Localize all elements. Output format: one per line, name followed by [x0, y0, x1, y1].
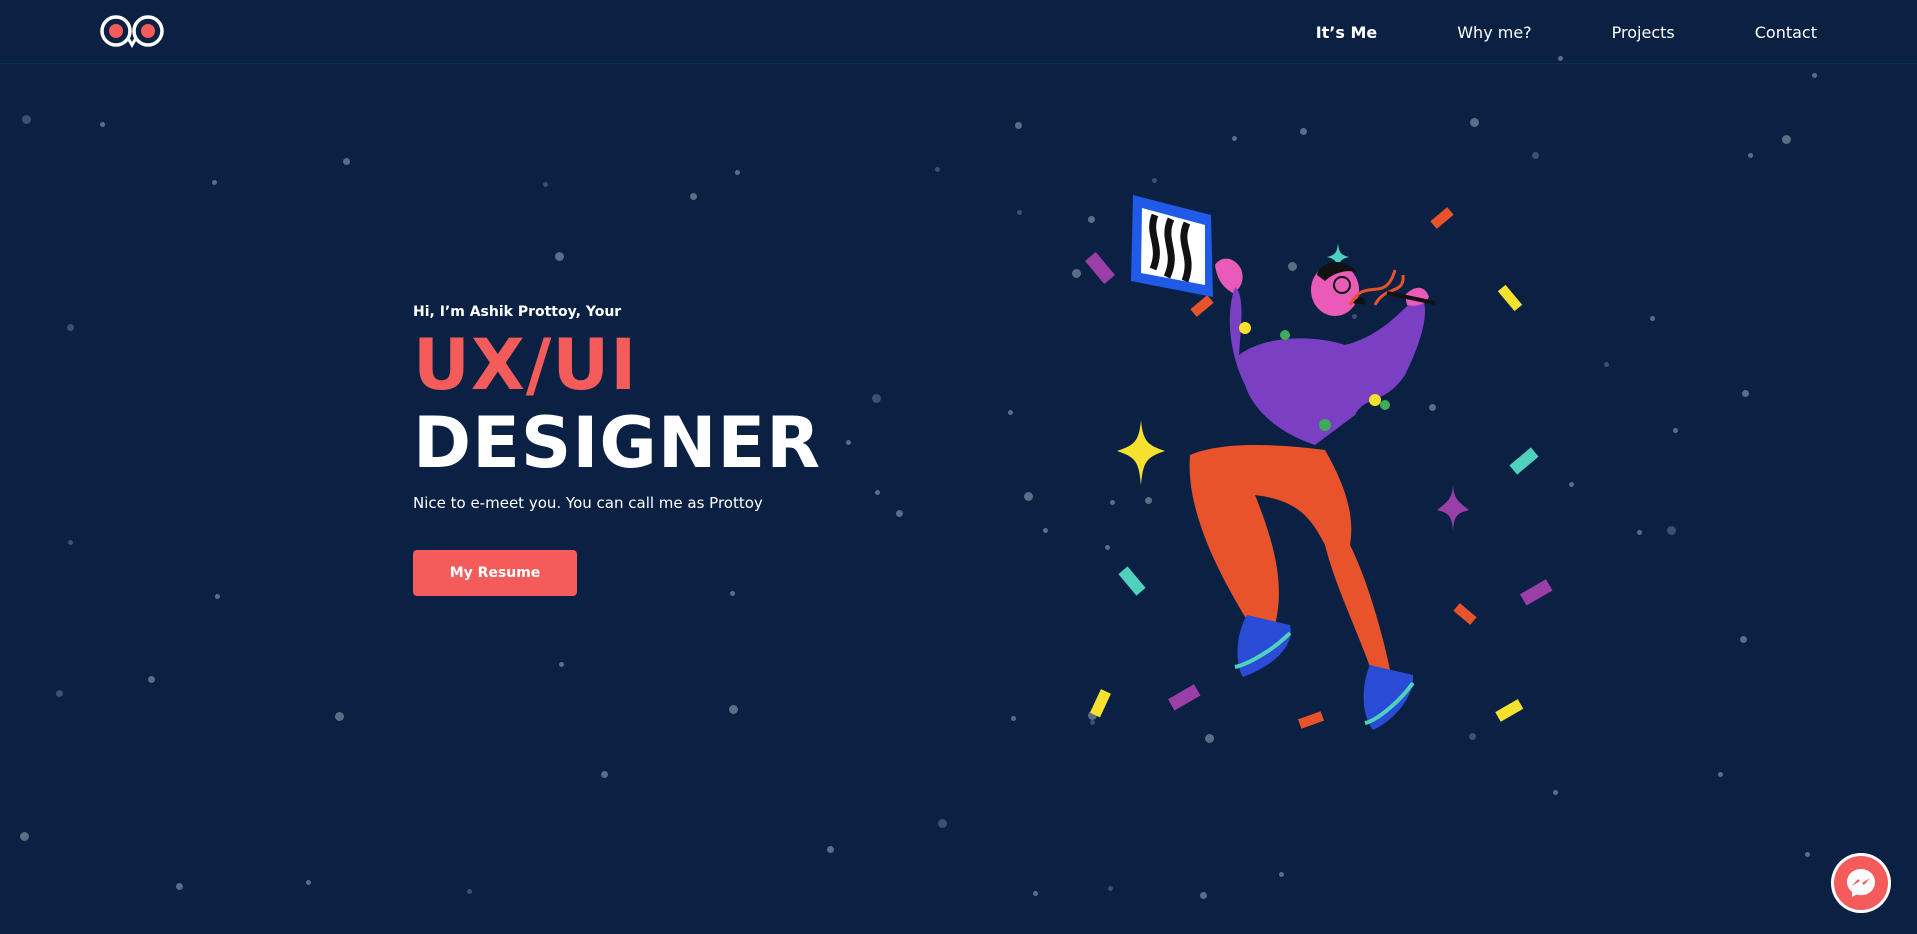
star-dot	[100, 122, 105, 127]
star-dot	[1152, 178, 1157, 183]
star-dot	[215, 594, 220, 599]
starfield-background	[0, 0, 1917, 934]
star-dot	[896, 510, 903, 517]
star-dot	[543, 182, 548, 187]
star-dot	[1011, 716, 1016, 721]
nav-links: It’s Me Why me? Projects Contact	[1316, 0, 1817, 64]
star-dot	[559, 662, 564, 667]
nav-link-its-me[interactable]: It’s Me	[1316, 23, 1378, 42]
star-dot	[827, 846, 834, 853]
hero-title-line1: UX/UI	[413, 324, 638, 406]
intro-prefix: Hi, I’m	[413, 304, 465, 320]
star-dot	[1017, 210, 1022, 215]
star-dot	[1279, 872, 1284, 877]
star-dot	[67, 324, 74, 331]
star-dot	[1637, 530, 1642, 535]
star-dot	[1673, 428, 1678, 433]
star-dot	[335, 712, 344, 721]
star-dot	[1232, 136, 1237, 141]
star-dot	[735, 170, 740, 175]
star-dot	[1008, 410, 1013, 415]
nav-link-projects[interactable]: Projects	[1612, 23, 1675, 42]
star-dot	[875, 490, 880, 495]
star-dot	[343, 158, 350, 165]
intro-suffix: , Your	[575, 304, 622, 320]
star-dot	[1650, 316, 1655, 321]
star-dot	[68, 540, 73, 545]
sparkle-purple	[1437, 485, 1469, 531]
star-dot	[1667, 526, 1676, 535]
sparkle-yellow	[1117, 420, 1165, 485]
hero-section: Hi, I’m Ashik Prottoy, Your UX/UI DESIGN…	[413, 304, 821, 596]
star-dot	[212, 180, 217, 185]
star-dot	[935, 167, 940, 172]
star-dot	[1072, 269, 1081, 278]
star-dot	[1043, 528, 1048, 533]
star-dot	[1805, 852, 1810, 857]
star-dot	[1470, 118, 1479, 127]
star-dot	[1748, 153, 1753, 158]
star-dot	[729, 705, 738, 714]
nav-link-why-me[interactable]: Why me?	[1457, 23, 1531, 42]
star-dot	[1015, 122, 1022, 129]
star-dot	[1740, 636, 1747, 643]
star-dot	[938, 819, 947, 828]
hero-title-line2: DESIGNER	[413, 402, 822, 484]
star-dot	[306, 880, 311, 885]
star-dot	[555, 252, 564, 261]
star-dot	[148, 676, 155, 683]
star-dot	[690, 193, 697, 200]
nav-link-contact[interactable]: Contact	[1755, 23, 1817, 42]
messenger-chat-button[interactable]	[1831, 853, 1891, 913]
star-dot	[1532, 152, 1539, 159]
star-dot	[846, 440, 851, 445]
star-dot	[1742, 390, 1749, 397]
hero-intro: Hi, I’m Ashik Prottoy, Your	[413, 304, 821, 320]
star-dot	[1718, 772, 1723, 777]
star-dot	[56, 690, 63, 697]
intro-name: Ashik Prottoy	[469, 304, 576, 320]
top-navigation: It’s Me Why me? Projects Contact	[0, 0, 1917, 64]
star-dot	[1553, 790, 1558, 795]
star-dot	[1300, 128, 1307, 135]
messenger-icon	[1847, 869, 1875, 897]
my-resume-button[interactable]: My Resume	[413, 550, 577, 596]
star-dot	[1200, 892, 1207, 899]
hero-tagline: Nice to e-meet you. You can call me as P…	[413, 494, 763, 512]
star-dot	[20, 832, 29, 841]
star-dot	[872, 394, 881, 403]
star-dot	[1812, 73, 1817, 78]
star-dot	[1108, 886, 1113, 891]
star-dot	[1782, 135, 1791, 144]
star-dot	[1024, 492, 1033, 501]
tablet	[1131, 195, 1213, 297]
star-dot	[1033, 891, 1038, 896]
logo-icon[interactable]	[99, 14, 165, 48]
left-hand	[1215, 258, 1243, 293]
person	[1189, 261, 1436, 730]
star-dot	[467, 889, 472, 894]
star-dot	[601, 771, 608, 778]
designer-illustration	[1085, 195, 1553, 730]
star-dot	[22, 115, 31, 124]
star-dot	[176, 883, 183, 890]
